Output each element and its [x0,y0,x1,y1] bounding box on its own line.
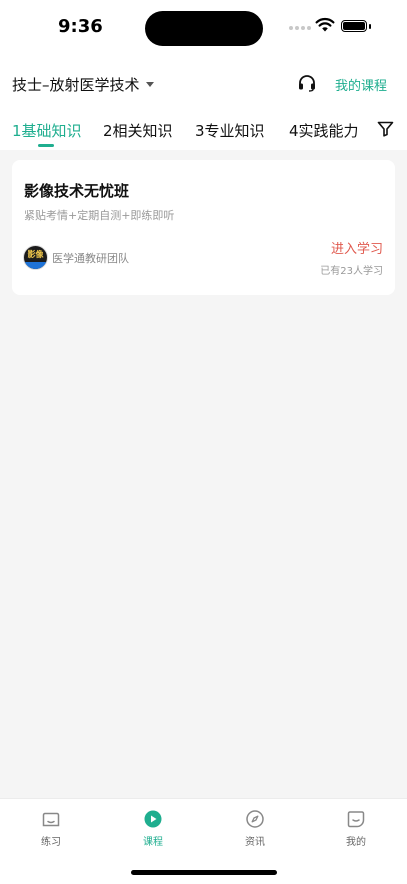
tabbar-item-news[interactable]: 资讯 [225,809,285,848]
status-time: 9:36 [58,16,103,37]
course-title: 影像技术无忧班 [24,182,130,200]
enter-study-button[interactable]: 进入学习 [331,238,383,257]
tab-practical-ability[interactable]: 4实践能力 [289,120,359,141]
tab-related-knowledge[interactable]: 2相关知识 [103,120,173,141]
avatar-band [24,262,47,269]
active-tab-indicator [38,144,54,147]
my-course-link[interactable]: 我的课程 [335,75,387,94]
tabbar-item-practice[interactable]: 练习 [21,809,81,848]
tab-basic-knowledge[interactable]: 1基础知识 [12,120,82,141]
subject-selector[interactable]: 技士–放射医学技术 [12,74,154,95]
wifi-icon [315,17,335,32]
battery-icon [341,20,367,32]
status-bar: 9:36 [0,0,407,56]
top-header: 技士–放射医学技术 我的课程 [0,56,407,108]
play-icon [144,810,162,828]
filter-icon[interactable] [377,121,394,137]
tabbar-label-course: 课程 [143,837,163,848]
caret-down-icon [145,82,154,87]
battery-cap [369,24,371,29]
avatar-logo-text: 影像 [27,250,44,259]
dynamic-island [145,11,263,46]
profile-icon [347,811,365,828]
course-card[interactable]: 影像技术无忧班 紧贴考情+定期自测+即练即听 影像 医学通教研团队 进入学习 已… [12,160,395,295]
category-tabs: 1基础知识 2相关知识 3专业知识 4实践能力 [0,108,407,150]
home-indicator[interactable] [131,870,277,875]
tabbar-label-practice: 练习 [41,837,61,848]
tab-professional-knowledge[interactable]: 3专业知识 [195,120,265,141]
subject-label: 技士–放射医学技术 [12,76,140,94]
learner-count: 已有23人学习 [320,266,383,277]
tabbar-item-profile[interactable]: 我的 [326,809,386,848]
practice-icon [42,812,60,827]
tabbar-label-news: 资讯 [245,837,265,848]
team-name: 医学通教研团队 [52,252,129,265]
course-subtitle: 紧贴考情+定期自测+即练即听 [24,209,175,222]
cellular-signal-icon [289,26,311,30]
headset-icon[interactable] [297,74,317,92]
tabbar-item-course[interactable]: 课程 [123,809,183,848]
tabbar-label-profile: 我的 [346,837,366,848]
compass-icon [246,810,264,828]
team-avatar: 影像 [23,245,48,270]
